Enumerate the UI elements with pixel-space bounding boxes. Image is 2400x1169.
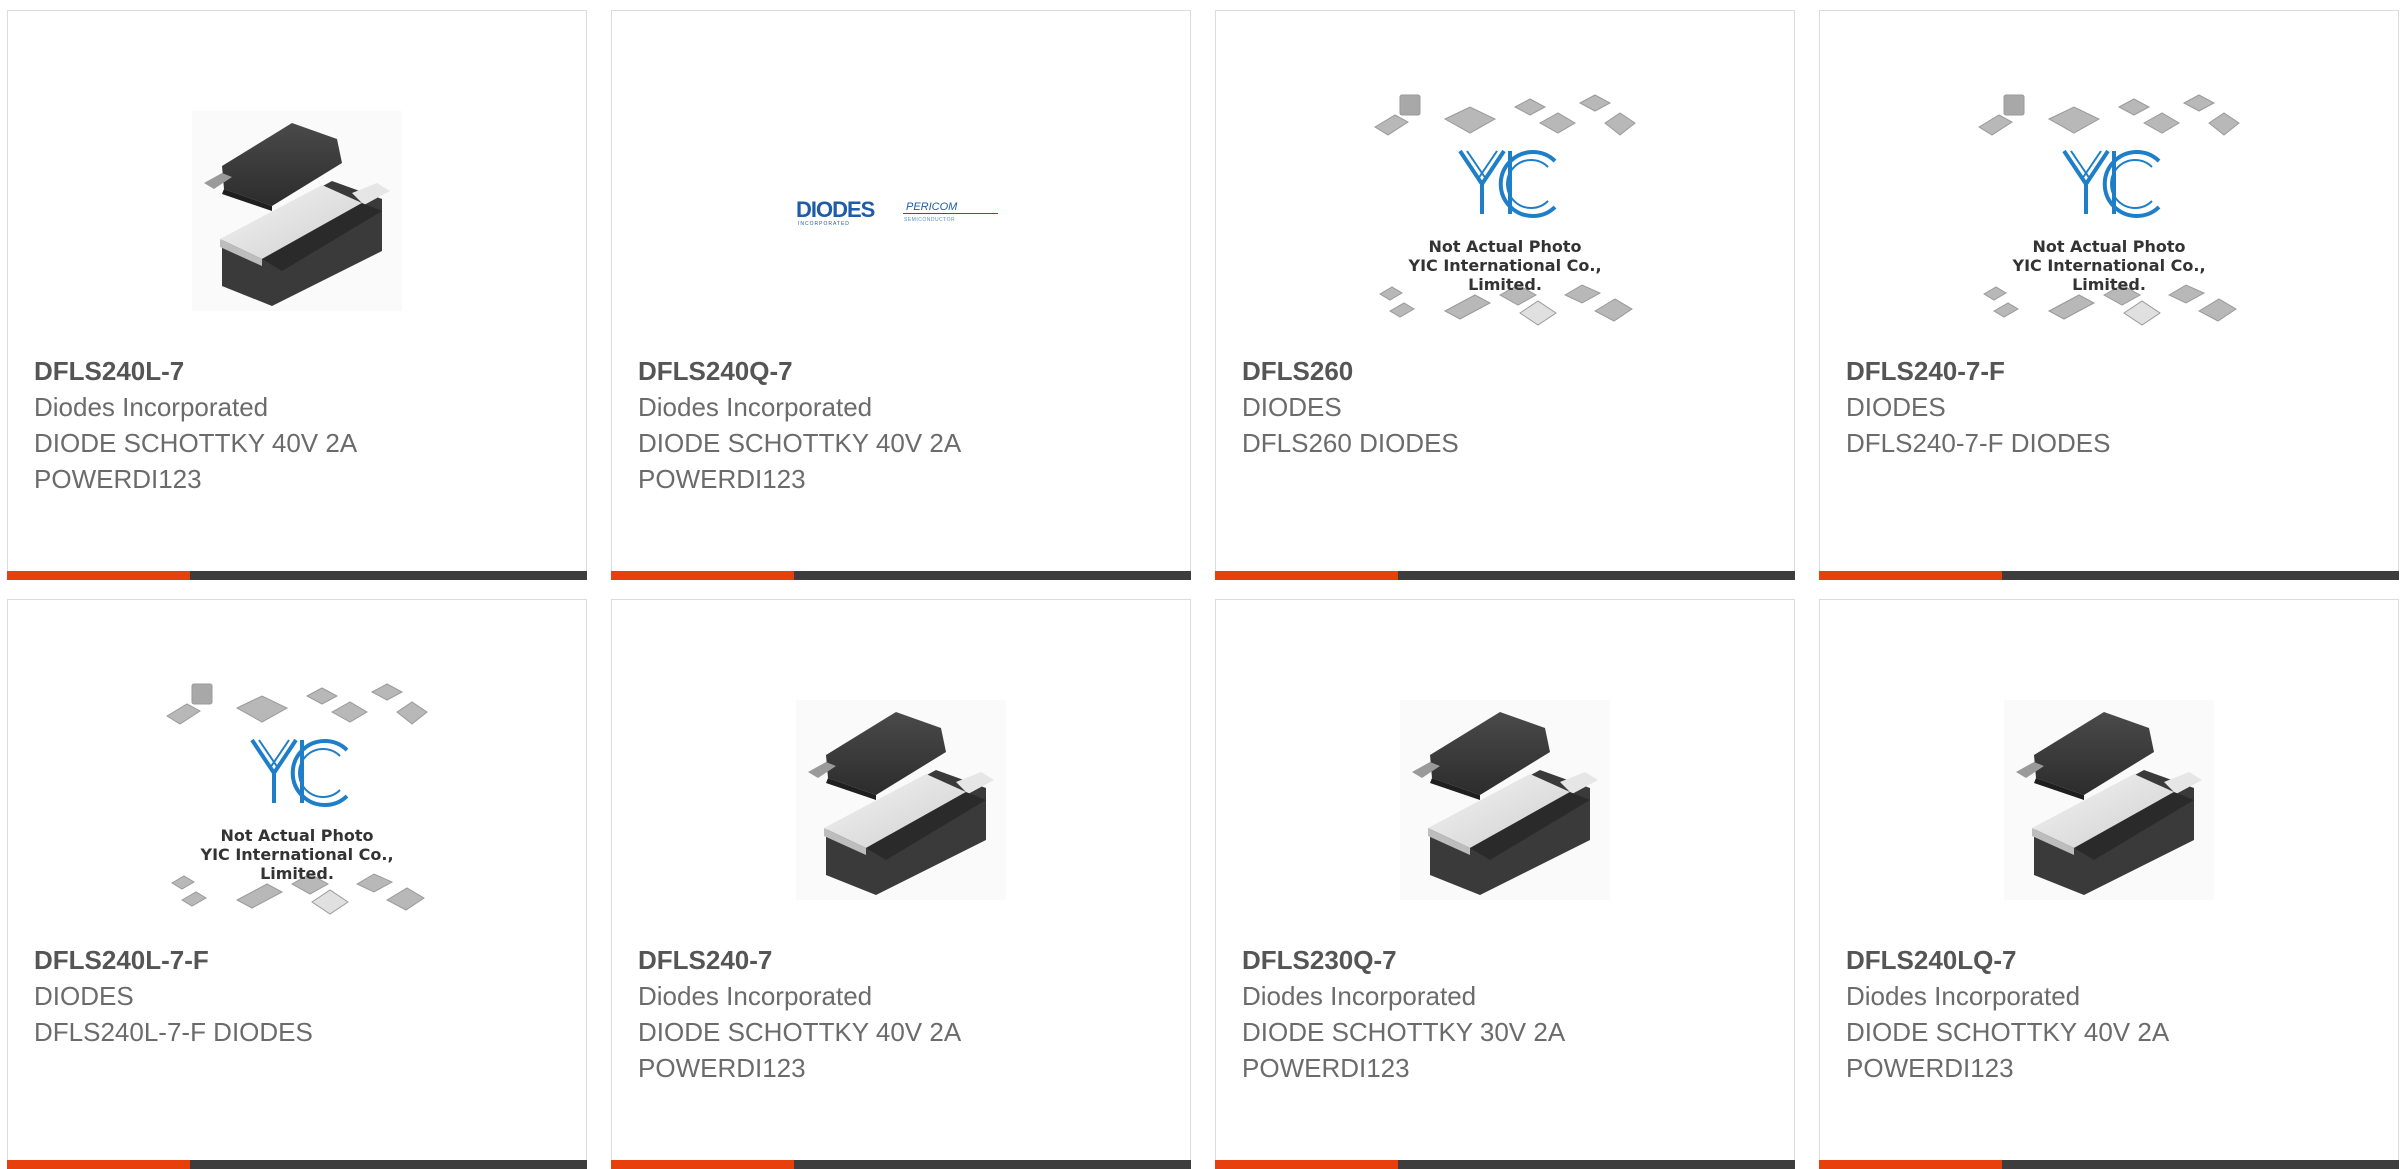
product-image-area[interactable]: Not Actual Photo YIC International Co., … — [8, 660, 586, 940]
diodes-logo-sub: INCORPORATED — [798, 221, 850, 227]
description-line: DIODE SCHOTTKY 40V 2A — [638, 1017, 962, 1047]
card-accent-bar — [1819, 571, 2002, 580]
product-info: DFLS240L-7 Diodes Incorporated DIODE SCHOT… — [34, 353, 566, 497]
product-card[interactable]: DFLS230Q-7 Diodes Incorporated DIODE SCHOT… — [1215, 599, 1795, 1169]
part-number[interactable]: DFLS240-7-F — [1846, 353, 2378, 389]
card-accent-bar — [611, 1160, 794, 1169]
card-accent-bar — [1215, 571, 1398, 580]
description-line: DIODE SCHOTTKY 40V 2A — [1846, 1017, 2170, 1047]
part-number[interactable]: DFLS240Q-7 — [638, 353, 1170, 389]
product-image-area[interactable] — [612, 660, 1190, 940]
description-line: DFLS260 DIODES — [1242, 428, 1459, 458]
placeholder-company: YIC International Co., Limited. — [1408, 256, 1602, 294]
manufacturer: Diodes Incorporated — [1846, 981, 2081, 1011]
product-image-area[interactable]: Not Actual Photo YIC International Co., … — [1216, 71, 1794, 351]
product-card[interactable]: DFLS240L-7 Diodes Incorporated DIODE SCHOT… — [7, 10, 587, 580]
product-card[interactable]: Not Actual Photo YIC International Co., … — [7, 599, 587, 1169]
placeholder-note: Not Actual Photo — [2032, 237, 2186, 256]
description-line: POWERDI123 — [34, 464, 202, 494]
manufacturer: Diodes Incorporated — [638, 981, 873, 1011]
manufacturer: DIODES — [1846, 392, 1946, 422]
card-bottom-bar — [7, 1160, 587, 1169]
yic-placeholder-image: Not Actual Photo YIC International Co., … — [1974, 89, 2244, 333]
manufacturer: Diodes Incorporated — [34, 392, 269, 422]
product-card[interactable]: Not Actual Photo YIC International Co., … — [1215, 10, 1795, 580]
product-info: DFLS240Q-7 Diodes Incorporated DIODE SCHOT… — [638, 353, 1170, 497]
product-card[interactable]: DFLS240LQ-7 Diodes Incorporated DIODE SCHO… — [1819, 599, 2399, 1169]
product-info: DFLS260 DIODES DFLS260 DIODES — [1242, 353, 1774, 461]
product-info: DFLS230Q-7 Diodes Incorporated DIODE SCHOT… — [1242, 942, 1774, 1086]
diode-package-image — [796, 700, 1006, 900]
description-line: DIODE SCHOTTKY 40V 2A — [638, 428, 962, 458]
part-number[interactable]: DFLS260 — [1242, 353, 1774, 389]
card-accent-bar — [7, 571, 190, 580]
placeholder-company: YIC International Co., Limited. — [200, 845, 394, 883]
diodes-pericom-logo-image: DIODES INCORPORATED PERICOM SEMICONDUCTO… — [796, 191, 1006, 231]
part-number[interactable]: DFLS240L-7-F — [34, 942, 566, 978]
part-number[interactable]: DFLS230Q-7 — [1242, 942, 1774, 978]
card-accent-bar — [7, 1160, 190, 1169]
product-info: DFLS240LQ-7 Diodes Incorporated DIODE SCHO… — [1846, 942, 2378, 1086]
manufacturer: Diodes Incorporated — [1242, 981, 1477, 1011]
diodes-logo: DIODES — [796, 197, 875, 222]
product-card[interactable]: DIODES INCORPORATED PERICOM SEMICONDUCTO… — [611, 10, 1191, 580]
description-line: DIODE SCHOTTKY 40V 2A — [34, 428, 358, 458]
description-line: POWERDI123 — [1242, 1053, 1410, 1083]
product-info: DFLS240-7-F DIODES DFLS240-7-F DIODES — [1846, 353, 2378, 461]
manufacturer: DIODES — [1242, 392, 1342, 422]
pericom-logo: PERICOM — [906, 201, 958, 213]
card-bottom-bar — [611, 1160, 1191, 1169]
product-image-area[interactable] — [1216, 660, 1794, 940]
yic-placeholder-image: Not Actual Photo YIC International Co., … — [162, 678, 432, 922]
part-number[interactable]: DFLS240LQ-7 — [1846, 942, 2378, 978]
description-line: DFLS240-7-F DIODES — [1846, 428, 2111, 458]
product-card[interactable]: Not Actual Photo YIC International Co., … — [1819, 10, 2399, 580]
card-accent-bar — [1215, 1160, 1398, 1169]
description-line: DIODE SCHOTTKY 30V 2A — [1242, 1017, 1566, 1047]
pericom-logo-sub: SEMICONDUCTOR — [904, 217, 956, 223]
description-line: DFLS240L-7-F DIODES — [34, 1017, 313, 1047]
card-bottom-bar — [1819, 571, 2399, 580]
placeholder-note: Not Actual Photo — [220, 826, 374, 845]
product-info: DFLS240L-7-F DIODES DFLS240L-7-F DIODES — [34, 942, 566, 1050]
card-bottom-bar — [1819, 1160, 2399, 1169]
manufacturer: Diodes Incorporated — [638, 392, 873, 422]
description-line: POWERDI123 — [638, 1053, 806, 1083]
part-number[interactable]: DFLS240L-7 — [34, 353, 566, 389]
placeholder-note: Not Actual Photo — [1428, 237, 1582, 256]
diode-package-image — [192, 111, 402, 311]
placeholder-company: YIC International Co., Limited. — [2012, 256, 2206, 294]
product-info: DFLS240-7 Diodes Incorporated DIODE SCHOTT… — [638, 942, 1170, 1086]
card-bottom-bar — [7, 571, 587, 580]
product-card[interactable]: DFLS240-7 Diodes Incorporated DIODE SCHOTT… — [611, 599, 1191, 1169]
diode-package-image — [2004, 700, 2214, 900]
diode-package-image — [1400, 700, 1610, 900]
product-image-area[interactable] — [8, 71, 586, 351]
card-accent-bar — [611, 571, 794, 580]
card-bottom-bar — [611, 571, 1191, 580]
description-line: POWERDI123 — [1846, 1053, 2014, 1083]
product-image-area[interactable] — [1820, 660, 2398, 940]
description-line: POWERDI123 — [638, 464, 806, 494]
manufacturer: DIODES — [34, 981, 134, 1011]
card-accent-bar — [1819, 1160, 2002, 1169]
part-number[interactable]: DFLS240-7 — [638, 942, 1170, 978]
product-image-area[interactable]: Not Actual Photo YIC International Co., … — [1820, 71, 2398, 351]
card-bottom-bar — [1215, 1160, 1795, 1169]
card-bottom-bar — [1215, 571, 1795, 580]
product-image-area[interactable]: DIODES INCORPORATED PERICOM SEMICONDUCTO… — [612, 71, 1190, 351]
yic-placeholder-image: Not Actual Photo YIC International Co., … — [1370, 89, 1640, 333]
product-grid: DFLS240L-7 Diodes Incorporated DIODE SCHOT… — [7, 10, 2399, 1169]
